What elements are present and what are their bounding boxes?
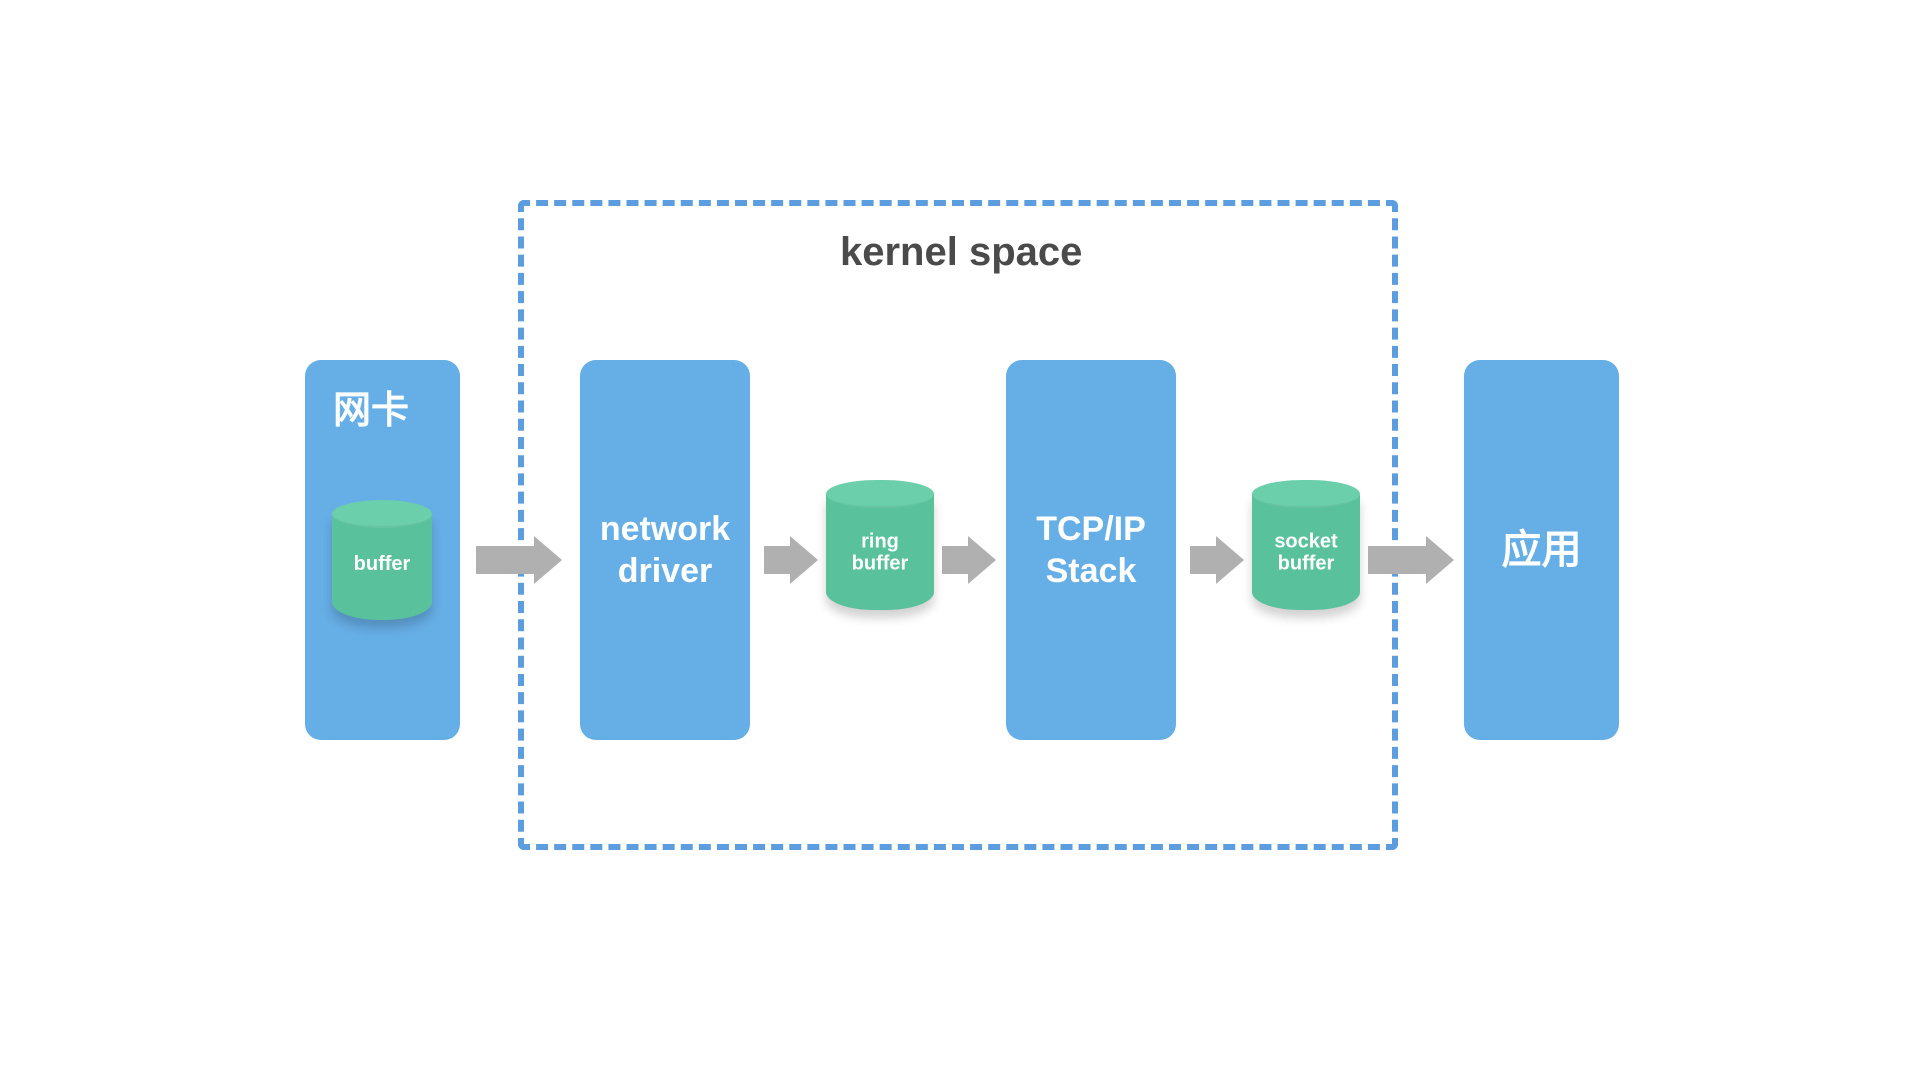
arrow-nic-to-driver — [476, 536, 562, 584]
nic-buffer-cylinder: buffer — [332, 500, 432, 620]
app-label: 应用 — [1502, 525, 1582, 575]
nic-box: 网卡 buffer — [305, 360, 460, 740]
kernel-space-title: kernel space — [840, 230, 1082, 275]
nic-title: 网卡 — [333, 388, 409, 436]
app-box: 应用 — [1464, 360, 1619, 740]
socket-buffer-cylinder: socket buffer — [1252, 480, 1360, 610]
arrow-socketbuffer-to-app — [1368, 536, 1454, 584]
ring-buffer-cylinder: ring buffer — [826, 480, 934, 610]
diagram-canvas: kernel space 网卡 buffer network driver ri… — [240, 190, 1680, 890]
arrow-tcpip-to-socketbuffer — [1190, 536, 1244, 584]
ring-buffer-label: ring buffer — [826, 530, 934, 574]
network-driver-label: network driver — [600, 508, 730, 593]
tcpip-stack-label: TCP/IP Stack — [1036, 508, 1146, 593]
arrow-ringbuffer-to-tcpip — [942, 536, 996, 584]
arrow-driver-to-ringbuffer — [764, 536, 818, 584]
socket-buffer-label: socket buffer — [1252, 530, 1360, 574]
tcpip-stack-box: TCP/IP Stack — [1006, 360, 1176, 740]
network-driver-box: network driver — [580, 360, 750, 740]
nic-buffer-label: buffer — [332, 554, 432, 576]
